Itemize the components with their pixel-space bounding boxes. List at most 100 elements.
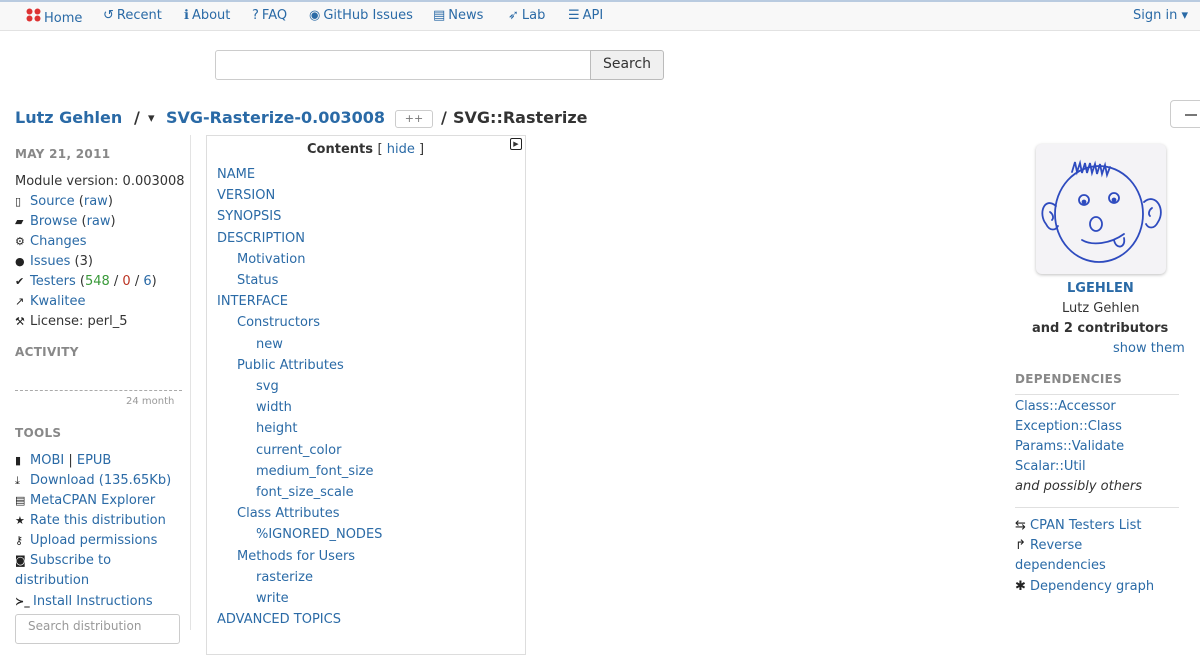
toc-item[interactable]: INTERFACE [217,294,288,309]
breadcrumb-release[interactable]: SVG-Rasterize-0.003008 [166,108,385,127]
author-id-link[interactable]: LGEHLEN [1067,281,1134,296]
toc-expand-icon[interactable]: ▶ [510,138,522,150]
nav-lab[interactable]: ➶ Lab [508,8,545,23]
nav-about[interactable]: ℹ About [184,8,230,23]
toc-item[interactable]: Methods for Users [237,549,355,564]
browse-raw-link[interactable]: raw [87,214,111,229]
subscribe-link[interactable]: Subscribe to [30,553,111,568]
subscribe-row: ◙ Subscribe to [15,553,111,568]
toc-item[interactable]: Public Attributes [237,358,344,373]
nav-github-issues[interactable]: ◉ GitHub Issues [309,8,413,23]
source-link[interactable]: Source [30,194,75,209]
check-circle-icon: ✔ [15,275,25,288]
rocket-icon: ➶ [508,8,519,23]
toc-item[interactable]: NAME [217,167,255,182]
toc-item[interactable]: Constructors [237,315,320,330]
toc-hide-link[interactable]: hide [387,142,415,157]
toc-item[interactable]: DESCRIPTION [217,231,305,246]
dependency-link[interactable]: Scalar::Util [1015,459,1086,474]
upload-row: ⚷ Upload permissions [15,533,157,548]
toc-item[interactable]: SYNOPSIS [217,209,281,224]
kwalitee-row: ↗ Kwalitee [15,294,85,309]
activity-period: 24 month [126,396,175,407]
source-row: ▯ Source (raw) [15,194,113,209]
testers-na-count: 6 [143,274,152,289]
cpan-testers-row: ⇆ CPAN Testers List [1015,518,1141,533]
nav-home[interactable]: Home [26,8,82,26]
source-raw-link[interactable]: raw [84,194,108,209]
question-icon: ? [252,8,259,23]
subscribe-link-2[interactable]: distribution [15,573,89,588]
install-link[interactable]: Install Instructions [33,594,153,609]
nav-home-label: Home [44,11,83,26]
dependency-graph-link[interactable]: Dependency graph [1030,579,1154,594]
minus-icon [1185,114,1197,116]
upload-permissions-link[interactable]: Upload permissions [30,533,157,548]
reverse-dependencies-link[interactable]: Reverse [1030,538,1082,553]
plusplus-button[interactable]: ++ [395,110,433,128]
top-navbar: Home ↺ Recent ℹ About ? FAQ ◉ GitHub Issues … [0,0,1200,31]
cpan-testers-link[interactable]: CPAN Testers List [1030,518,1141,533]
toc-item[interactable]: new [256,337,283,352]
toc-item[interactable]: svg [256,379,279,394]
show-contributors-link[interactable]: show them [1113,341,1185,356]
search-button[interactable]: Search [590,50,664,80]
download-link[interactable]: Download (135.65Kb) [30,473,171,488]
subscribe-row-2: distribution [15,573,89,588]
toc-item[interactable]: font_size_scale [256,485,354,500]
issues-count: (3) [74,254,93,269]
download-icon: ⤓ [15,474,20,487]
search-input[interactable] [215,50,591,80]
toc-item[interactable]: ADVANCED TOPICS [217,612,341,627]
dependency-link[interactable]: Class::Accessor [1015,399,1116,414]
kwalitee-link[interactable]: Kwalitee [30,294,85,309]
testers-link[interactable]: Testers [30,274,76,289]
changes-link[interactable]: Changes [30,234,87,249]
dependency-link[interactable]: Exception::Class [1015,419,1122,434]
share-icon: ↱ [1015,538,1026,553]
toc-item[interactable]: %IGNORED_NODES [256,527,382,542]
newspaper-icon: ▤ [433,8,446,23]
gavel-icon: ⚒ [15,315,25,328]
issues-link[interactable]: Issues [30,254,70,269]
toc-item[interactable]: Motivation [237,252,305,267]
nav-faq[interactable]: ? FAQ [252,8,287,23]
dependencies-divider [1015,394,1179,395]
testers-row: ✔ Testers (548 / 0 / 6) [15,274,157,289]
toc-item[interactable]: Status [237,273,278,288]
nav-recent[interactable]: ↺ Recent [103,8,162,23]
nav-github-label: GitHub Issues [323,8,413,23]
rate-link[interactable]: Rate this distribution [30,513,166,528]
reverse-dependencies-link-2[interactable]: dependencies [1015,558,1106,573]
toc-item[interactable]: width [256,400,292,415]
toc-item[interactable]: VERSION [217,188,275,203]
exclamation-circle-icon: ● [15,255,25,268]
mobi-link[interactable]: MOBI [30,453,64,468]
activity-header: ACTIVITY [15,345,79,359]
browse-link[interactable]: Browse [30,214,77,229]
history-icon: ↺ [103,8,114,23]
rss-icon: ◙ [15,554,26,567]
toc-item[interactable]: Class Attributes [237,506,340,521]
license-text: License: perl_5 [30,314,128,329]
issues-row: ● Issues (3) [15,254,93,269]
nav-api[interactable]: ☰ API [568,8,603,23]
breadcrumb-author[interactable]: Lutz Gehlen [15,108,122,127]
right-panel-toggle[interactable] [1170,100,1200,128]
breadcrumb-separator-2: / [441,108,447,127]
github-icon: ◉ [309,8,321,23]
explorer-link[interactable]: MetaCPAN Explorer [30,493,155,508]
sign-in-menu[interactable]: Sign in ▾ [1133,8,1188,23]
dependency-link[interactable]: Params::Validate [1015,439,1124,454]
nav-news[interactable]: ▤ News [433,8,483,23]
toc-item[interactable]: height [256,421,297,436]
author-avatar[interactable] [1036,144,1166,274]
key-icon: ⚷ [15,534,24,547]
toc-item[interactable]: medium_font_size [256,464,374,479]
toc-item[interactable]: current_color [256,443,341,458]
epub-link[interactable]: EPUB [77,453,112,468]
toc-item[interactable]: rasterize [256,570,313,585]
toc-item[interactable]: write [256,591,289,606]
search-distribution-input[interactable]: Search distribution [15,614,180,644]
release-dropdown-icon[interactable]: ▾ [148,111,155,126]
